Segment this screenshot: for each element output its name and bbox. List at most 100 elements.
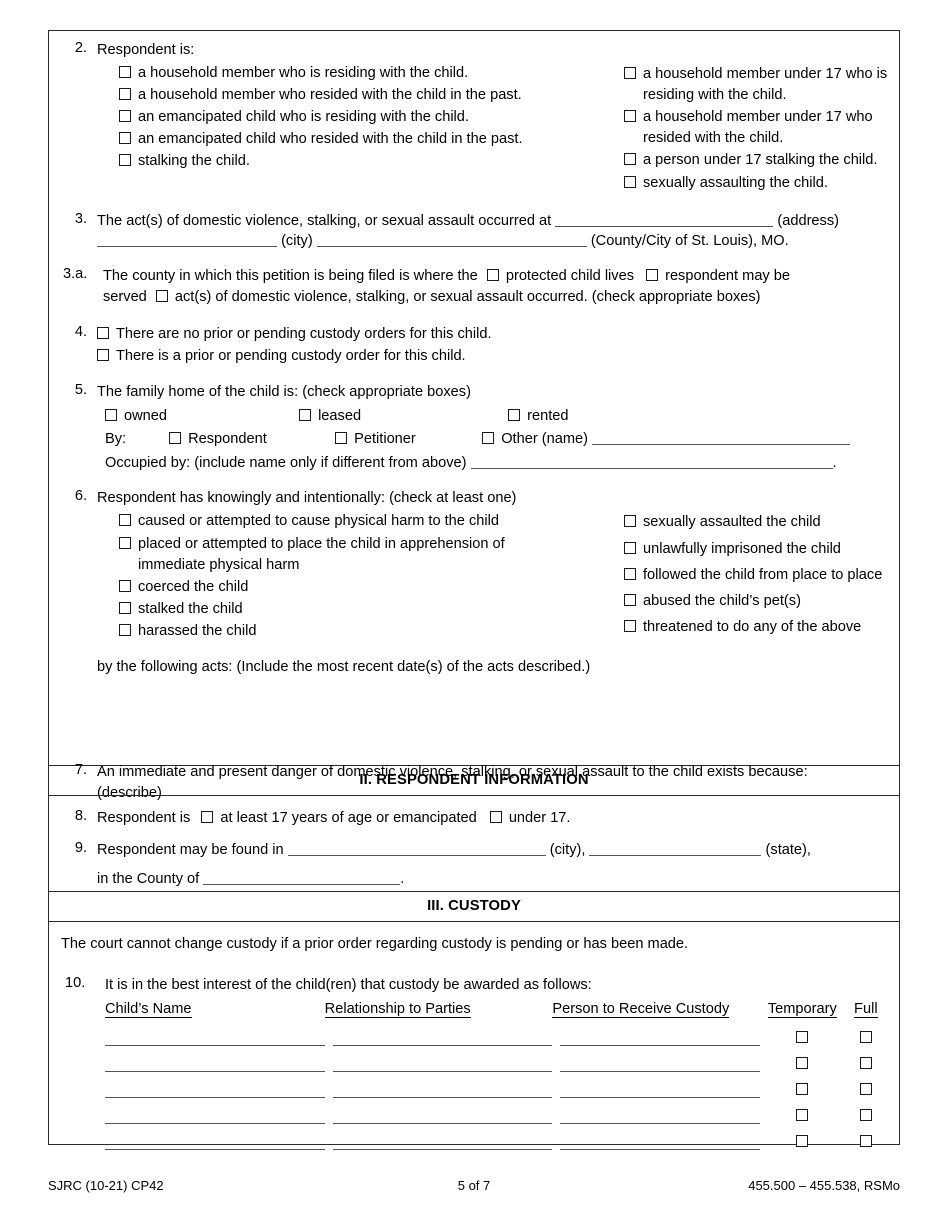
item-6-option-row[interactable]: sexually assaulted the child	[624, 512, 889, 533]
checkbox-icon[interactable]	[105, 408, 117, 421]
item-2-option-row[interactable]: a household member who resided with the …	[119, 85, 624, 106]
item-6-option-row[interactable]: followed the child from place to place	[624, 565, 889, 586]
checkbox-icon[interactable]	[119, 536, 131, 549]
checkbox-icon[interactable]	[119, 579, 131, 592]
checkbox-icon[interactable]	[624, 515, 636, 528]
item-6-option-row[interactable]: coerced the child	[119, 577, 624, 598]
respondent-state-input[interactable]	[589, 841, 762, 856]
respondent-county-input[interactable]	[203, 871, 401, 886]
checkbox-icon[interactable]	[119, 624, 131, 637]
item-2-option-row[interactable]: stalking the child.	[119, 151, 624, 172]
item-2-option-row[interactable]: a household member under 17 who is resid…	[624, 64, 889, 106]
checkbox-icon[interactable]	[119, 602, 131, 615]
item-6-option-row[interactable]: caused or attempted to cause physical ha…	[119, 511, 624, 532]
checkbox-icon[interactable]	[624, 541, 636, 554]
checkbox-icon[interactable]	[796, 1083, 809, 1096]
occupied-by-input[interactable]	[470, 454, 833, 469]
temporary-checkbox-cell[interactable]	[760, 1022, 845, 1048]
temporary-checkbox-cell[interactable]	[760, 1100, 845, 1126]
checkbox-icon[interactable]	[624, 620, 636, 633]
checkbox-icon[interactable]	[155, 289, 168, 302]
item-4-option-row[interactable]: There are no prior or pending custody or…	[97, 324, 889, 345]
checkbox-icon[interactable]	[119, 514, 131, 527]
checkbox-icon[interactable]	[624, 110, 636, 123]
checkbox-icon[interactable]	[97, 326, 109, 339]
full-checkbox-cell[interactable]	[845, 1074, 887, 1100]
city-input[interactable]	[97, 233, 277, 248]
full-checkbox-cell[interactable]	[845, 1048, 887, 1074]
checkbox-icon[interactable]	[482, 432, 495, 445]
full-checkbox-cell[interactable]	[845, 1022, 887, 1048]
relationship-input[interactable]	[325, 1100, 553, 1126]
address-input[interactable]	[555, 212, 774, 227]
county-input[interactable]	[316, 233, 587, 248]
person-custody-input[interactable]	[552, 1048, 760, 1074]
relationship-input[interactable]	[325, 1074, 553, 1100]
person-custody-input[interactable]	[552, 1100, 760, 1126]
checkbox-icon[interactable]	[119, 154, 131, 167]
checkbox-icon[interactable]	[624, 567, 636, 580]
child-name-input[interactable]	[105, 1048, 325, 1074]
checkbox-icon[interactable]	[119, 65, 131, 78]
checkbox-icon[interactable]	[624, 175, 636, 188]
temporary-checkbox-cell[interactable]	[760, 1074, 845, 1100]
checkbox-icon[interactable]	[201, 811, 214, 823]
checkbox-icon[interactable]	[796, 1057, 809, 1070]
item-2-option-row[interactable]: an emancipated child who is residing wit…	[119, 107, 624, 128]
checkbox-icon[interactable]	[859, 1109, 872, 1122]
checkbox-icon[interactable]	[624, 66, 636, 79]
checkbox-icon[interactable]	[859, 1083, 872, 1096]
child-name-input[interactable]	[105, 1022, 325, 1048]
full-checkbox-cell[interactable]	[845, 1126, 887, 1152]
item-6-option-row[interactable]: unlawfully imprisoned the child	[624, 539, 889, 560]
item-6-option-row[interactable]: stalked the child	[119, 599, 624, 620]
temporary-checkbox-cell[interactable]	[760, 1126, 845, 1152]
item-2-option-row[interactable]: sexually assaulting the child.	[624, 173, 889, 194]
relationship-input[interactable]	[325, 1048, 553, 1074]
checkbox-icon[interactable]	[119, 110, 131, 123]
custody-table-header: Child’s Name Relationship to Parties Per…	[105, 1001, 887, 1022]
checkbox-icon[interactable]	[508, 408, 521, 421]
checkbox-icon[interactable]	[486, 269, 499, 282]
checkbox-icon[interactable]	[859, 1057, 872, 1070]
full-checkbox-cell[interactable]	[845, 1100, 887, 1126]
checkbox-icon[interactable]	[646, 269, 659, 282]
checkbox-icon[interactable]	[489, 811, 502, 823]
checkbox-icon[interactable]	[859, 1135, 872, 1148]
relationship-input[interactable]	[325, 1022, 553, 1048]
checkbox-icon[interactable]	[624, 593, 636, 606]
section-2-heading: II. RESPONDENT INFORMATION	[359, 772, 589, 788]
respondent-city-input[interactable]	[287, 841, 546, 856]
checkbox-icon[interactable]	[624, 153, 636, 166]
item-6-option-row[interactable]: abused the child’s pet(s)	[624, 591, 889, 612]
checkbox-icon[interactable]	[119, 132, 131, 145]
checkbox-icon[interactable]	[119, 87, 131, 100]
child-name-input[interactable]	[105, 1126, 325, 1152]
item-6-option-row[interactable]: harassed the child	[119, 621, 624, 642]
item-2-option-row[interactable]: a household member under 17 who resided …	[624, 107, 889, 149]
item-2-option-row[interactable]: an emancipated child who resided with th…	[119, 129, 624, 150]
person-custody-input[interactable]	[552, 1022, 760, 1048]
temporary-checkbox-cell[interactable]	[760, 1048, 845, 1074]
checkbox-icon[interactable]	[299, 408, 312, 421]
checkbox-icon[interactable]	[169, 432, 182, 445]
person-custody-input[interactable]	[552, 1126, 760, 1152]
checkbox-icon[interactable]	[796, 1135, 809, 1148]
checkbox-icon[interactable]	[859, 1031, 872, 1044]
item-6-option-row[interactable]: placed or attempted to place the child i…	[119, 534, 509, 576]
item-6-option-row[interactable]: threatened to do any of the above	[624, 617, 889, 638]
person-custody-input[interactable]	[552, 1074, 760, 1100]
other-name-input[interactable]	[592, 430, 851, 446]
option-label: an emancipated child who is residing wit…	[138, 109, 469, 126]
checkbox-icon[interactable]	[796, 1031, 809, 1044]
relationship-input[interactable]	[325, 1126, 553, 1152]
item-2-option-row[interactable]: a household member who is residing with …	[119, 63, 624, 84]
checkbox-icon[interactable]	[97, 348, 109, 361]
checkbox-icon[interactable]	[796, 1109, 809, 1122]
child-name-input[interactable]	[105, 1100, 325, 1126]
checkbox-icon[interactable]	[335, 432, 348, 445]
item-2-option-row[interactable]: a person under 17 stalking the child.	[624, 150, 889, 171]
item-6-answer-area[interactable]	[97, 678, 889, 758]
item-4-option-row[interactable]: There is a prior or pending custody orde…	[97, 346, 889, 367]
child-name-input[interactable]	[105, 1074, 325, 1100]
